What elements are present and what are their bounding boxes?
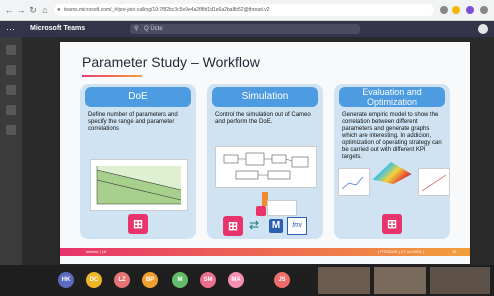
simulation-description: Control the simulation out of Cameo and … — [215, 112, 311, 125]
m-logo-icon: M — [269, 219, 283, 233]
shared-slide: Parameter Study – Workflow DoE Define nu… — [60, 42, 470, 264]
correlation-chart-graphic — [96, 166, 182, 205]
doe-description: Define number of parameters and specify … — [88, 112, 178, 132]
search-icon: ⚲ — [134, 26, 139, 32]
scatter-plot-image — [338, 168, 370, 196]
footer-right-text: | PTE/DOE | 07 Jul 2021 | — [378, 249, 424, 254]
search-placeholder: Q Ücte — [144, 26, 163, 32]
extension-icon[interactable] — [440, 6, 448, 14]
teams-sidebar — [0, 37, 22, 265]
participant-avatar[interactable]: LZ — [114, 272, 130, 288]
participant-video[interactable] — [318, 267, 370, 294]
app-launcher-icon[interactable]: ⋯ — [6, 25, 15, 34]
user-avatar[interactable] — [478, 24, 488, 34]
evaluation-panel: Evaluation and Optimization Generate emp… — [334, 84, 450, 239]
browser-toolbar: ← → ↻ ⌂ ● teams.microsoft.com/_#/pre-joi… — [0, 0, 494, 21]
home-icon[interactable]: ⌂ — [40, 5, 50, 15]
evaluation-description: Generate empiric model to show the corre… — [342, 112, 442, 160]
correlation-chart-image — [90, 159, 188, 211]
participants-strip: HK DC LZ BP M SM MA JS — [0, 265, 494, 296]
simulation-diagram-image — [215, 146, 317, 188]
doe-tool-logo-icon: ⊞ — [128, 214, 148, 234]
address-text: teams.microsoft.com/_#/pre-join-calling/… — [64, 7, 270, 13]
participant-video[interactable] — [430, 267, 490, 294]
footer-left-text: Interne | 16 — [86, 249, 107, 254]
scatter-plot-graphic — [341, 176, 364, 190]
menu-icon[interactable] — [480, 6, 488, 14]
cameo-logo-icon: ⊞ — [223, 216, 243, 236]
calendar-icon[interactable] — [6, 105, 16, 115]
participant-avatar[interactable]: MA — [228, 272, 244, 288]
slide-title: Parameter Study – Workflow — [82, 54, 260, 70]
back-icon[interactable]: ← — [4, 5, 14, 15]
response-surface-plot-image — [372, 162, 412, 184]
star-icon[interactable] — [452, 6, 460, 14]
simulation-heading: Simulation — [212, 87, 318, 107]
kpi-plot-graphic — [421, 174, 447, 192]
lock-icon: ● — [57, 7, 61, 13]
exchange-arrows-icon: ⇄ — [249, 218, 260, 232]
participant-avatar[interactable]: SM — [200, 272, 216, 288]
profile-icon[interactable] — [466, 6, 474, 14]
simulation-diagram-graphic — [223, 152, 309, 180]
search-input[interactable]: ⚲ Q Ücte — [130, 24, 360, 34]
fmi-logo-icon: fmi — [287, 217, 307, 235]
participant-avatar[interactable]: DC — [86, 272, 102, 288]
participant-avatar[interactable]: HK — [58, 272, 74, 288]
app-title: Microsoft Teams — [30, 25, 86, 32]
small-tool-logo-icon — [256, 206, 266, 216]
evaluation-tool-logo-icon: ⊞ — [382, 214, 402, 234]
address-bar[interactable]: ● teams.microsoft.com/_#/pre-join-callin… — [54, 4, 434, 16]
page-number: 16 — [452, 249, 457, 254]
participant-avatar[interactable]: JS — [274, 272, 290, 288]
evaluation-heading: Evaluation and Optimization — [339, 87, 445, 107]
kpi-plot-image — [418, 168, 450, 196]
teams-icon[interactable] — [6, 85, 16, 95]
activity-icon[interactable] — [6, 45, 16, 55]
parameter-table-image — [267, 200, 297, 216]
forward-icon[interactable]: → — [16, 5, 26, 15]
teams-header: ⋯ Microsoft Teams ⚲ Q Ücte — [0, 21, 494, 37]
chat-icon[interactable] — [6, 65, 16, 75]
doe-panel: DoE Define number of parameters and spec… — [80, 84, 196, 239]
doe-heading: DoE — [85, 87, 191, 107]
calls-icon[interactable] — [6, 125, 16, 135]
reload-icon[interactable]: ↻ — [28, 5, 38, 15]
simulation-panel: Simulation Control the simulation out of… — [207, 84, 323, 239]
participant-video[interactable] — [374, 267, 426, 294]
title-accent-line — [82, 75, 142, 77]
participant-avatar[interactable]: M — [172, 272, 188, 288]
participant-avatar[interactable]: BP — [142, 272, 158, 288]
